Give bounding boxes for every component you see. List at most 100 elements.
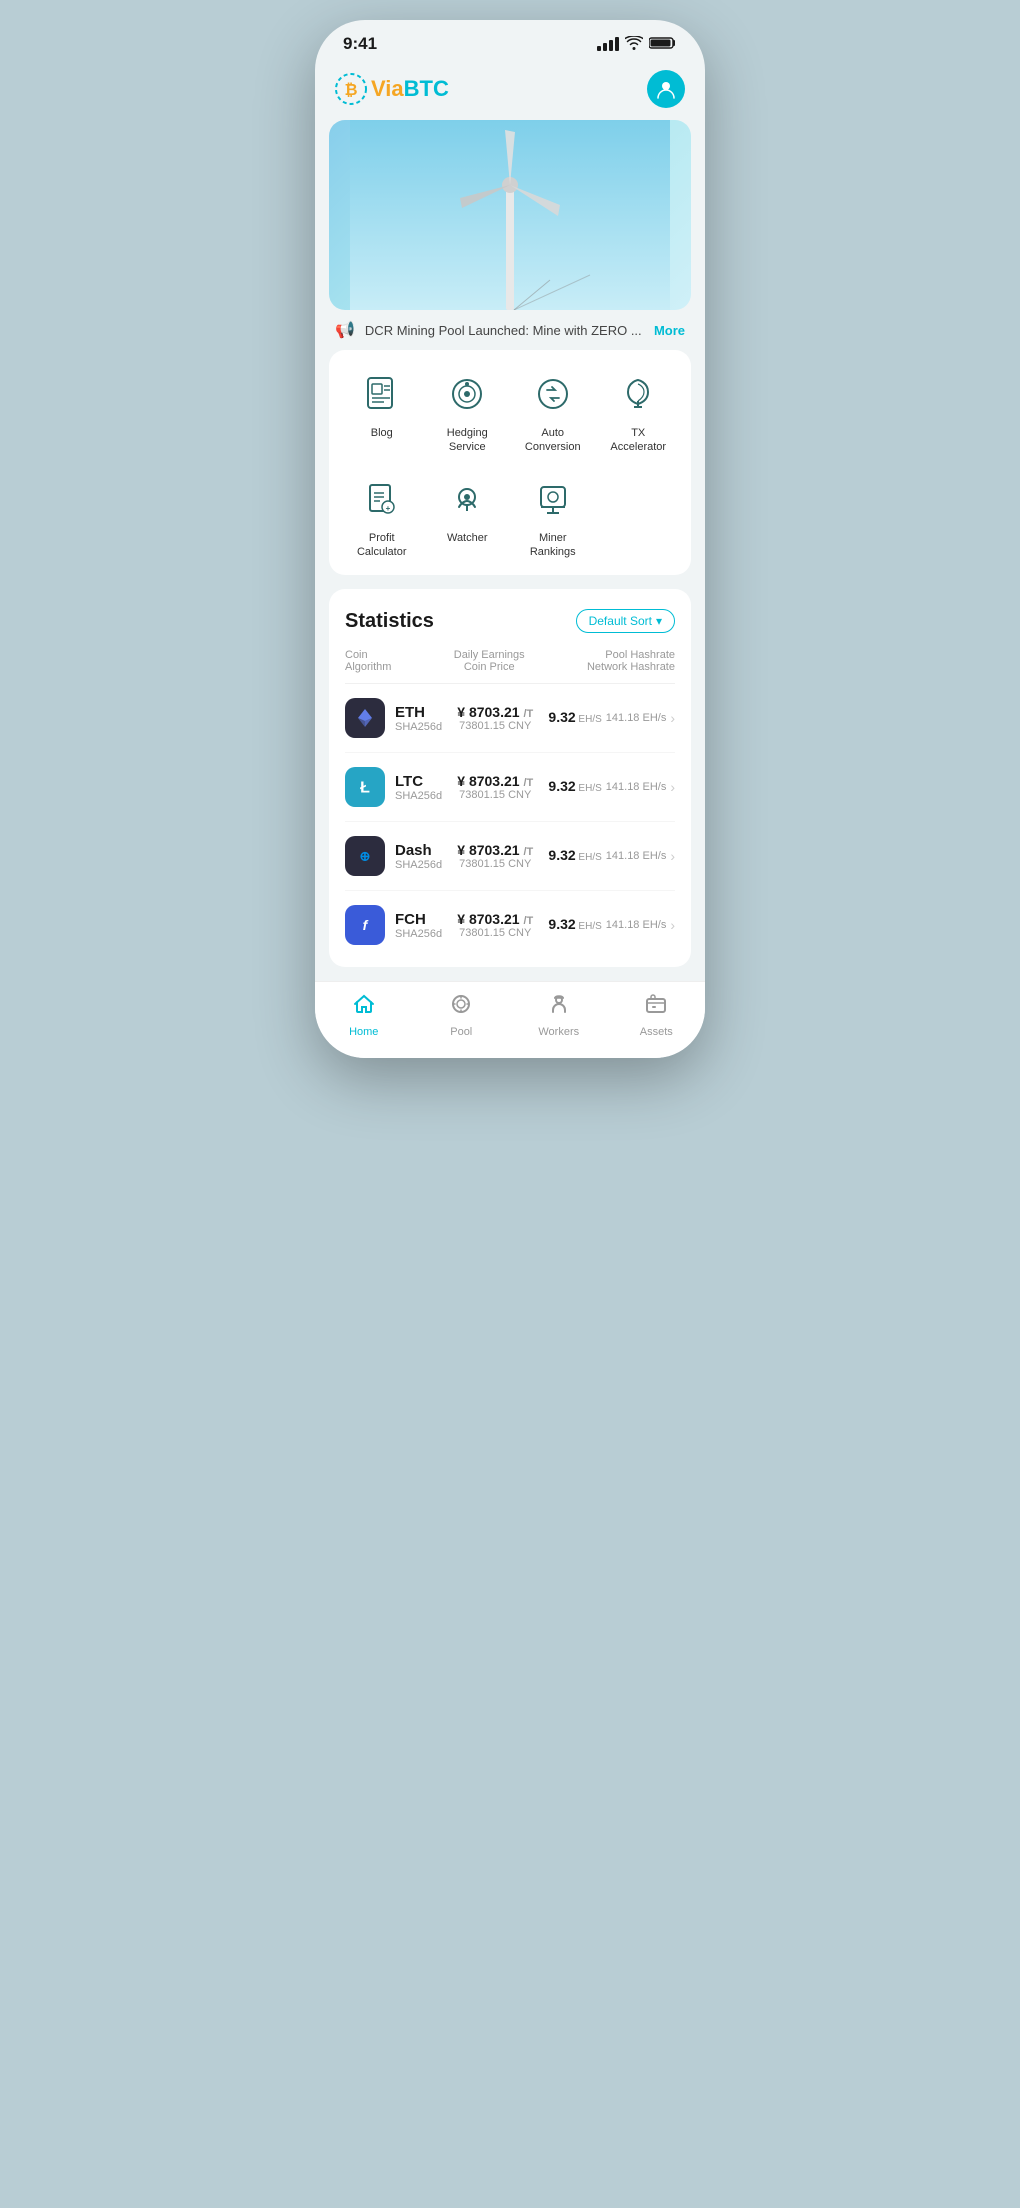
blog-icon [358,370,406,418]
table-row[interactable]: Ł LTC SHA256d ¥ 8703.21 /T 73801.15 CNY … [345,753,675,822]
svg-text:f: f [363,917,369,933]
logo-via: Via [371,76,404,101]
status-bar: 9:41 [315,20,705,62]
miner-rankings-label: MinerRankings [530,531,576,560]
col-hashrate: Pool Hashrate [587,649,675,661]
battery-icon [649,36,677,53]
statistics-section: Statistics Default Sort ▾ Coin Algorithm… [329,589,691,967]
logo-bitcoin-icon: ₿ [335,73,367,105]
ticker-more-button[interactable]: More [654,323,685,338]
dash-logo: ⊕ [345,836,385,876]
fch-earnings: ¥ 8703.21 /T 73801.15 CNY [442,911,548,939]
assets-icon [644,992,668,1022]
logo: ₿ ViaBTC [335,73,449,105]
sort-button[interactable]: Default Sort ▾ [576,609,675,633]
nav-pool[interactable]: Pool [413,992,511,1038]
pool-icon [449,992,473,1022]
col-earnings: Daily Earnings [454,649,525,661]
service-miner-rankings[interactable]: MinerRankings [510,475,596,560]
news-ticker: 📢 DCR Mining Pool Launched: Mine with ZE… [315,310,705,350]
svg-text:Ł: Ł [360,780,370,797]
services-card: Blog HedgingService [329,350,691,575]
fch-info: FCH SHA256d [395,911,442,940]
col-network-hashrate: Network Hashrate [587,661,675,673]
ltc-logo: Ł [345,767,385,807]
col-algo: Algorithm [345,661,391,673]
coin-left-dash: ⊕ Dash SHA256d [345,836,442,876]
service-tx-accelerator[interactable]: TXAccelerator [596,370,682,455]
wifi-icon [625,36,643,53]
watcher-icon [443,475,491,523]
blog-label: Blog [371,426,393,440]
eth-logo [345,698,385,738]
nav-home[interactable]: Home [315,992,413,1038]
hedging-label: HedgingService [447,426,488,455]
fch-chevron: › [670,917,675,933]
profit-calculator-icon: + [358,475,406,523]
pool-label: Pool [450,1026,472,1038]
bottom-nav: Home Pool Workers [315,981,705,1058]
eth-hashrate: 9.32 EH/S 141.18 EH/s [548,709,666,727]
table-row[interactable]: ⊕ Dash SHA256d ¥ 8703.21 /T 73801.15 CNY… [345,822,675,891]
service-blog[interactable]: Blog [339,370,425,455]
stats-title: Statistics [345,610,434,633]
ltc-info: LTC SHA256d [395,773,442,802]
banner-image[interactable] [329,120,691,310]
col-coin: Coin [345,649,391,661]
service-hedging[interactable]: HedgingService [425,370,511,455]
dash-chevron: › [670,848,675,864]
ltc-hashrate: 9.32 EH/S 141.18 EH/s [548,778,666,796]
workers-label: Workers [538,1026,579,1038]
watcher-label: Watcher [447,531,488,545]
services-grid: Blog HedgingService [339,370,681,559]
ticker-text: DCR Mining Pool Launched: Mine with ZERO… [365,323,644,338]
logo-btc: BTC [404,76,449,101]
fch-hashrate: 9.32 EH/S 141.18 EH/s [548,916,666,934]
eth-chevron: › [670,710,675,726]
coin-left-ltc: Ł LTC SHA256d [345,767,442,807]
dash-earnings: ¥ 8703.21 /T 73801.15 CNY [442,842,548,870]
service-auto-conversion[interactable]: AutoConversion [510,370,596,455]
svg-text:+: + [385,504,390,513]
table-row[interactable]: f FCH SHA256d ¥ 8703.21 /T 73801.15 CNY … [345,891,675,959]
phone-frame: 9:41 [315,20,705,1058]
svg-text:⊕: ⊕ [360,849,371,864]
dash-hashrate: 9.32 EH/S 141.18 EH/s [548,847,666,865]
status-icons [597,36,677,53]
home-icon [352,992,376,1022]
ltc-chevron: › [670,779,675,795]
nav-workers[interactable]: Workers [510,992,608,1038]
avatar-button[interactable] [647,70,685,108]
signal-icon [597,37,619,51]
table-row[interactable]: ETH SHA256d ¥ 8703.21 /T 73801.15 CNY 9.… [345,684,675,753]
tx-accelerator-label: TXAccelerator [610,426,666,455]
table-header: Coin Algorithm Daily Earnings Coin Price… [345,649,675,684]
service-watcher[interactable]: Watcher [425,475,511,560]
coin-left-eth: ETH SHA256d [345,698,442,738]
svg-text:₿: ₿ [344,81,357,99]
eth-info: ETH SHA256d [395,704,442,733]
dash-info: Dash SHA256d [395,842,442,871]
home-label: Home [349,1026,378,1038]
wind-turbine-illustration [350,120,670,310]
avatar-icon [655,78,677,100]
header: ₿ ViaBTC [315,62,705,120]
banner-container [315,120,705,310]
eth-earnings: ¥ 8703.21 /T 73801.15 CNY [442,704,548,732]
auto-conversion-label: AutoConversion [525,426,581,455]
status-time: 9:41 [343,34,377,54]
auto-conversion-icon [529,370,577,418]
announcement-icon: 📢 [335,320,355,340]
tx-accelerator-icon [614,370,662,418]
col-coin-price: Coin Price [454,661,525,673]
workers-icon [547,992,571,1022]
stats-header: Statistics Default Sort ▾ [345,609,675,633]
nav-assets[interactable]: Assets [608,992,706,1038]
assets-label: Assets [640,1026,673,1038]
ltc-earnings: ¥ 8703.21 /T 73801.15 CNY [442,773,548,801]
service-profit-calculator[interactable]: + ProfitCalculator [339,475,425,560]
hedging-icon [443,370,491,418]
fch-logo: f [345,905,385,945]
profit-calculator-label: ProfitCalculator [357,531,407,560]
miner-rankings-icon [529,475,577,523]
